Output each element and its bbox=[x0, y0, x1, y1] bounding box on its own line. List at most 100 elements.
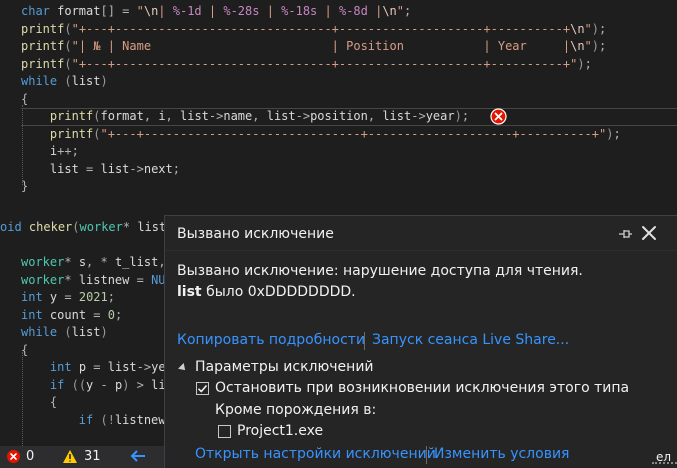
code-token: -> bbox=[411, 109, 426, 123]
code-token: = bbox=[57, 290, 79, 304]
live-share-link[interactable]: Запуск сеанса Live Share... bbox=[372, 332, 569, 348]
code-line[interactable]: printf("+---+---------------------------… bbox=[21, 56, 677, 74]
edit-conditions-link[interactable]: Изменить условия bbox=[434, 446, 569, 462]
code-line[interactable]: printf("+---+---------------------------… bbox=[21, 126, 677, 144]
warning-icon bbox=[63, 450, 77, 463]
link-separator bbox=[364, 332, 365, 350]
code-token: worker bbox=[79, 220, 123, 234]
exception-settings-toggle[interactable]: Параметры исключений bbox=[178, 359, 374, 375]
code-token: position bbox=[310, 109, 368, 123]
error-count: 0 bbox=[26, 449, 35, 464]
copy-details-link[interactable]: Копировать подробности bbox=[177, 332, 365, 348]
code-token: cheker bbox=[28, 220, 73, 234]
code-token: printf bbox=[21, 21, 65, 36]
code-token: ( bbox=[64, 74, 72, 88]
code-token: ) bbox=[591, 39, 600, 53]
code-token: worker bbox=[21, 272, 65, 287]
code-token: ) bbox=[577, 56, 585, 71]
code-token: = bbox=[129, 272, 152, 287]
break-on-exception-checkbox[interactable] bbox=[196, 382, 209, 395]
code-token: "+---+------------------------------+---… bbox=[71, 56, 578, 71]
code-line[interactable]: list = list->next; bbox=[21, 161, 677, 179]
code-line[interactable]: i++; bbox=[21, 143, 677, 161]
code-token: ; bbox=[404, 4, 412, 18]
code-line[interactable]: while (list) bbox=[21, 73, 677, 91]
code-token: while bbox=[21, 325, 58, 339]
code-token: list bbox=[71, 325, 101, 339]
code-line[interactable]: } bbox=[21, 178, 677, 196]
code-token: list bbox=[382, 109, 412, 123]
code-token: * bbox=[64, 255, 79, 269]
code-token: printf bbox=[21, 56, 65, 71]
code-token: if bbox=[49, 377, 65, 392]
error-count-indicator[interactable]: 0 bbox=[6, 449, 34, 464]
code-token: " bbox=[396, 4, 405, 18]
exception-variable: list bbox=[177, 284, 202, 300]
code-token: | bbox=[317, 4, 339, 18]
code-token: , bbox=[143, 109, 159, 123]
code-token: , bbox=[252, 109, 267, 123]
code-token: int bbox=[21, 307, 43, 322]
code-token: " bbox=[584, 39, 592, 53]
code-token: char bbox=[21, 4, 50, 18]
code-line[interactable]: printf("+---+---------------------------… bbox=[21, 21, 677, 39]
exception-message: Вызвано исключение: нарушение доступа дл… bbox=[177, 263, 583, 279]
status-bar: 0 31 bbox=[0, 446, 164, 468]
code-line[interactable]: { bbox=[21, 91, 677, 109]
code-token: -> bbox=[208, 109, 224, 123]
code-token: ; bbox=[461, 109, 470, 123]
code-token: format bbox=[100, 109, 144, 123]
code-token: , * bbox=[86, 255, 115, 269]
warning-count-indicator[interactable]: 31 bbox=[62, 449, 101, 464]
code-line[interactable] bbox=[21, 196, 677, 214]
code-token: ( bbox=[64, 39, 72, 53]
project-exe-label[interactable]: Project1.exe bbox=[237, 423, 323, 439]
code-token: p bbox=[78, 360, 87, 374]
code-token: \n bbox=[570, 39, 585, 53]
code-token: { bbox=[21, 91, 29, 106]
code-token: list bbox=[49, 161, 79, 176]
code-token: printf bbox=[49, 126, 94, 141]
code-token: * bbox=[64, 272, 79, 287]
code-token: next bbox=[143, 161, 173, 176]
code-token: t_list bbox=[114, 255, 159, 269]
code-token: | bbox=[158, 4, 173, 18]
break-on-exception-label[interactable]: Остановить при возникновении исключения … bbox=[215, 380, 629, 396]
code-token: ; bbox=[599, 21, 607, 36]
code-token: { bbox=[21, 395, 58, 409]
code-token: - bbox=[93, 377, 115, 392]
code-line[interactable]: printf("| № | Name | Position | Year |\n… bbox=[21, 38, 677, 56]
code-token: int bbox=[21, 290, 43, 304]
code-line[interactable]: char format[] = "\n| %-1d | %-28s | %-18… bbox=[21, 3, 677, 21]
code-token: "+---+------------------------------+---… bbox=[71, 21, 571, 36]
indent-guide bbox=[22, 105, 23, 185]
project-exe-checkbox[interactable] bbox=[218, 425, 231, 438]
code-token: , bbox=[165, 109, 180, 123]
code-token: (( bbox=[71, 377, 87, 392]
open-exception-settings-link[interactable]: Открыть настройки исключений bbox=[195, 446, 436, 462]
code-token: list bbox=[266, 109, 296, 123]
code-token: ) bbox=[591, 21, 600, 36]
navigate-back-button[interactable] bbox=[129, 448, 147, 464]
code-line[interactable]: printf(format, i, list->name, list->posi… bbox=[21, 108, 677, 126]
warning-count: 31 bbox=[84, 449, 101, 464]
close-icon[interactable] bbox=[640, 224, 658, 242]
code-token: = bbox=[78, 161, 101, 176]
code-token: printf bbox=[21, 39, 65, 53]
code-token: list bbox=[100, 161, 130, 176]
code-token: ( bbox=[72, 220, 80, 234]
popup-title: Вызвано исключение bbox=[177, 226, 334, 242]
code-token: while bbox=[21, 74, 58, 88]
code-token: ) bbox=[100, 74, 108, 88]
pin-icon[interactable] bbox=[617, 226, 633, 242]
code-token: " bbox=[584, 21, 592, 36]
code-token: ; bbox=[114, 307, 123, 322]
error-icon bbox=[490, 108, 507, 125]
code-token: \n bbox=[382, 4, 397, 18]
